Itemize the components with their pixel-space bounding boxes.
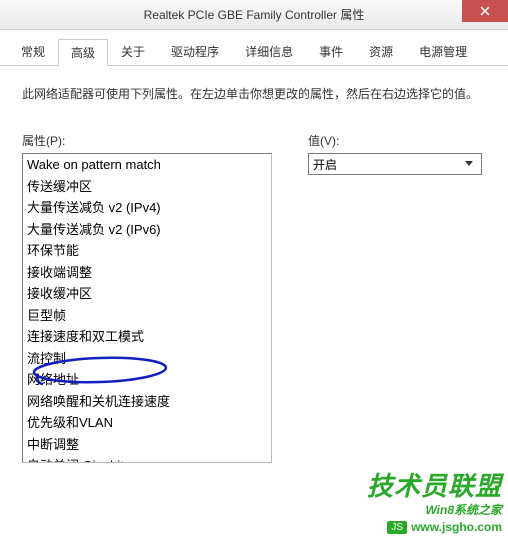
list-item[interactable]: 大量传送减负 v2 (IPv4) (23, 197, 271, 219)
tab-strip: 常规 高级 关于 驱动程序 详细信息 事件 资源 电源管理 (0, 30, 508, 66)
list-item[interactable]: 自动关闭 Gigabit (23, 455, 271, 463)
tab-general[interactable]: 常规 (8, 38, 58, 65)
tab-about[interactable]: 关于 (108, 38, 158, 65)
value-label: 值(V): (308, 132, 486, 149)
list-item[interactable]: 连接速度和双工模式 (23, 326, 271, 348)
list-item[interactable]: 巨型帧 (23, 305, 271, 327)
controls-row: 属性(P): Wake on pattern match 传送缓冲区 大量传送减… (22, 132, 486, 463)
description-text: 此网络适配器可使用下列属性。在左边单击你想更改的属性，然后在右边选择它的值。 (22, 84, 486, 104)
tab-content: 此网络适配器可使用下列属性。在左边单击你想更改的属性，然后在右边选择它的值。 属… (0, 66, 508, 481)
watermark-sub: Win8系统之家 (367, 501, 502, 518)
list-item[interactable]: 环保节能 (23, 240, 271, 262)
value-selected: 开启 (313, 156, 461, 173)
watermark-url-row: JS www.jsgho.com (367, 520, 502, 534)
tab-details[interactable]: 详细信息 (232, 38, 306, 65)
list-item[interactable]: 接收缓冲区 (23, 283, 271, 305)
list-item[interactable]: Wake on pattern match (23, 154, 271, 176)
tab-resources[interactable]: 资源 (356, 38, 406, 65)
window-title: Realtek PCIe GBE Family Controller 属性 (144, 6, 365, 23)
window-titlebar: Realtek PCIe GBE Family Controller 属性 (0, 0, 508, 30)
list-item[interactable]: 大量传送减负 v2 (IPv6) (23, 219, 271, 241)
watermark-badge: JS (387, 521, 407, 534)
property-listbox[interactable]: Wake on pattern match 传送缓冲区 大量传送减负 v2 (I… (22, 153, 272, 463)
tab-power[interactable]: 电源管理 (406, 38, 480, 65)
list-item[interactable]: 传送缓冲区 (23, 176, 271, 198)
list-item[interactable]: 中断调整 (23, 434, 271, 456)
watermark-main: 技术员联盟 (367, 466, 502, 503)
tab-driver[interactable]: 驱动程序 (158, 38, 232, 65)
close-icon (480, 6, 490, 16)
list-item[interactable]: 网络唤醒和关机连接速度 (23, 391, 271, 413)
watermark-url: www.jsgho.com (411, 520, 502, 534)
close-button[interactable] (462, 0, 508, 22)
chevron-down-icon (461, 161, 477, 167)
tab-events[interactable]: 事件 (306, 38, 356, 65)
list-item[interactable]: 接收端调整 (23, 262, 271, 284)
value-combobox[interactable]: 开启 (308, 153, 482, 175)
tab-advanced[interactable]: 高级 (58, 39, 108, 66)
list-item[interactable]: 网络地址 (23, 369, 271, 391)
list-item[interactable]: 优先级和VLAN (23, 412, 271, 434)
watermark: 技术员联盟 Win8系统之家 JS www.jsgho.com (367, 466, 502, 534)
list-item[interactable]: 流控制 (23, 348, 271, 370)
property-label: 属性(P): (22, 132, 272, 149)
